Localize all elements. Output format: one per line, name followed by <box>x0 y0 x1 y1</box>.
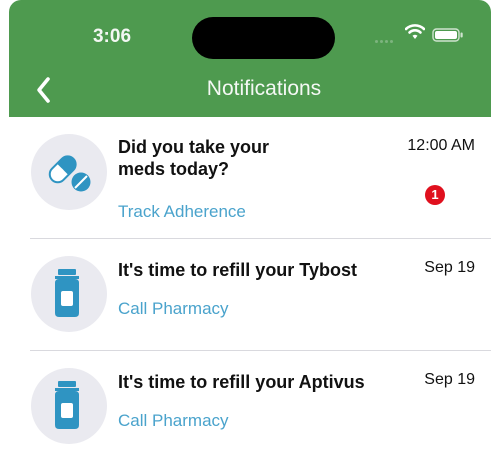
chevron-left-icon[interactable] <box>31 73 61 107</box>
notification-time: Sep 19 <box>424 371 475 388</box>
call-pharmacy-link[interactable]: Call Pharmacy <box>118 411 229 431</box>
wifi-icon <box>405 24 425 39</box>
medicine-bottle-icon <box>31 368 107 444</box>
notification-time: Sep 19 <box>424 259 475 276</box>
notification-item[interactable]: Did you take your meds today? Track Adhe… <box>0 117 491 229</box>
notification-item[interactable]: It's time to refill your Aptivus Call Ph… <box>0 351 491 463</box>
notification-list: Did you take your meds today? Track Adhe… <box>0 117 491 461</box>
pill-capsule-icon <box>31 134 107 210</box>
dynamic-island <box>192 17 335 59</box>
status-time: 3:06 <box>92 26 132 47</box>
notification-message: It's time to refill your Aptivus <box>118 372 365 392</box>
notification-message: Did you take your meds today? <box>118 137 270 179</box>
app-header: 3:06 Notifications <box>9 0 491 117</box>
unread-badge: 1 <box>425 185 445 205</box>
track-adherence-link[interactable]: Track Adherence <box>118 202 246 222</box>
cellular-dots-icon <box>375 33 403 43</box>
notification-message: It's time to refill your Tybost <box>118 260 357 280</box>
notification-time: 12:00 AM <box>407 137 475 154</box>
page-title: Notifications <box>206 77 322 100</box>
battery-icon <box>432 28 463 42</box>
call-pharmacy-link[interactable]: Call Pharmacy <box>118 299 229 319</box>
medicine-bottle-icon <box>31 256 107 332</box>
notification-item[interactable]: It's time to refill your Tybost Call Pha… <box>0 239 491 351</box>
